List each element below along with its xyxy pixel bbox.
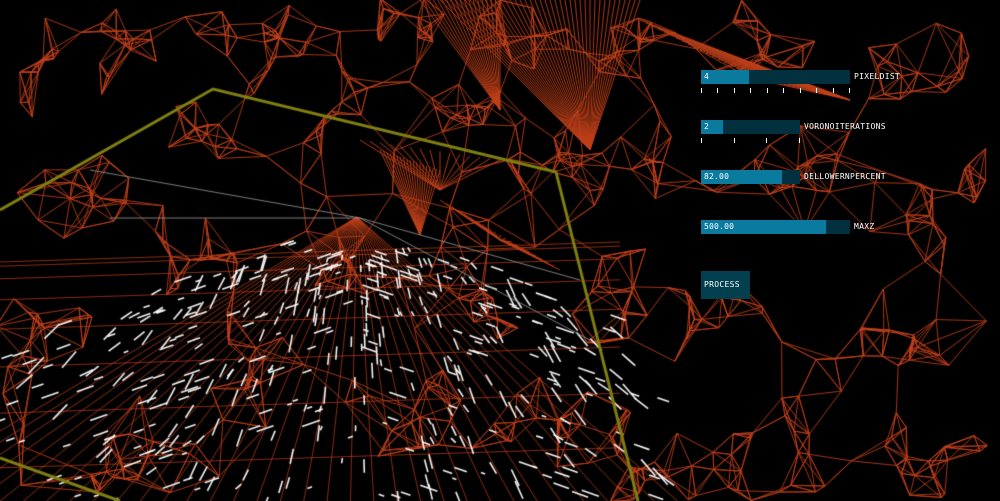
pixeldist-value: 4 [704, 72, 710, 81]
maxz-value: 500.00 [704, 222, 735, 231]
pixeldist-slider[interactable]: 4 [701, 70, 850, 84]
dellowernpercent-slider[interactable]: 82.00 [701, 170, 800, 184]
process-button[interactable]: PROCESS [701, 271, 750, 299]
3d-viewport[interactable] [0, 0, 1000, 501]
voronoiterations-slider[interactable]: 2 [701, 120, 800, 134]
voronoiterations-value: 2 [704, 122, 710, 131]
dellowernpercent-value: 82.00 [704, 172, 730, 181]
maxz-slider[interactable]: 500.00 [701, 220, 850, 234]
triangulated-mesh-view[interactable] [0, 0, 1000, 501]
process-button-label: PROCESS [704, 280, 740, 289]
